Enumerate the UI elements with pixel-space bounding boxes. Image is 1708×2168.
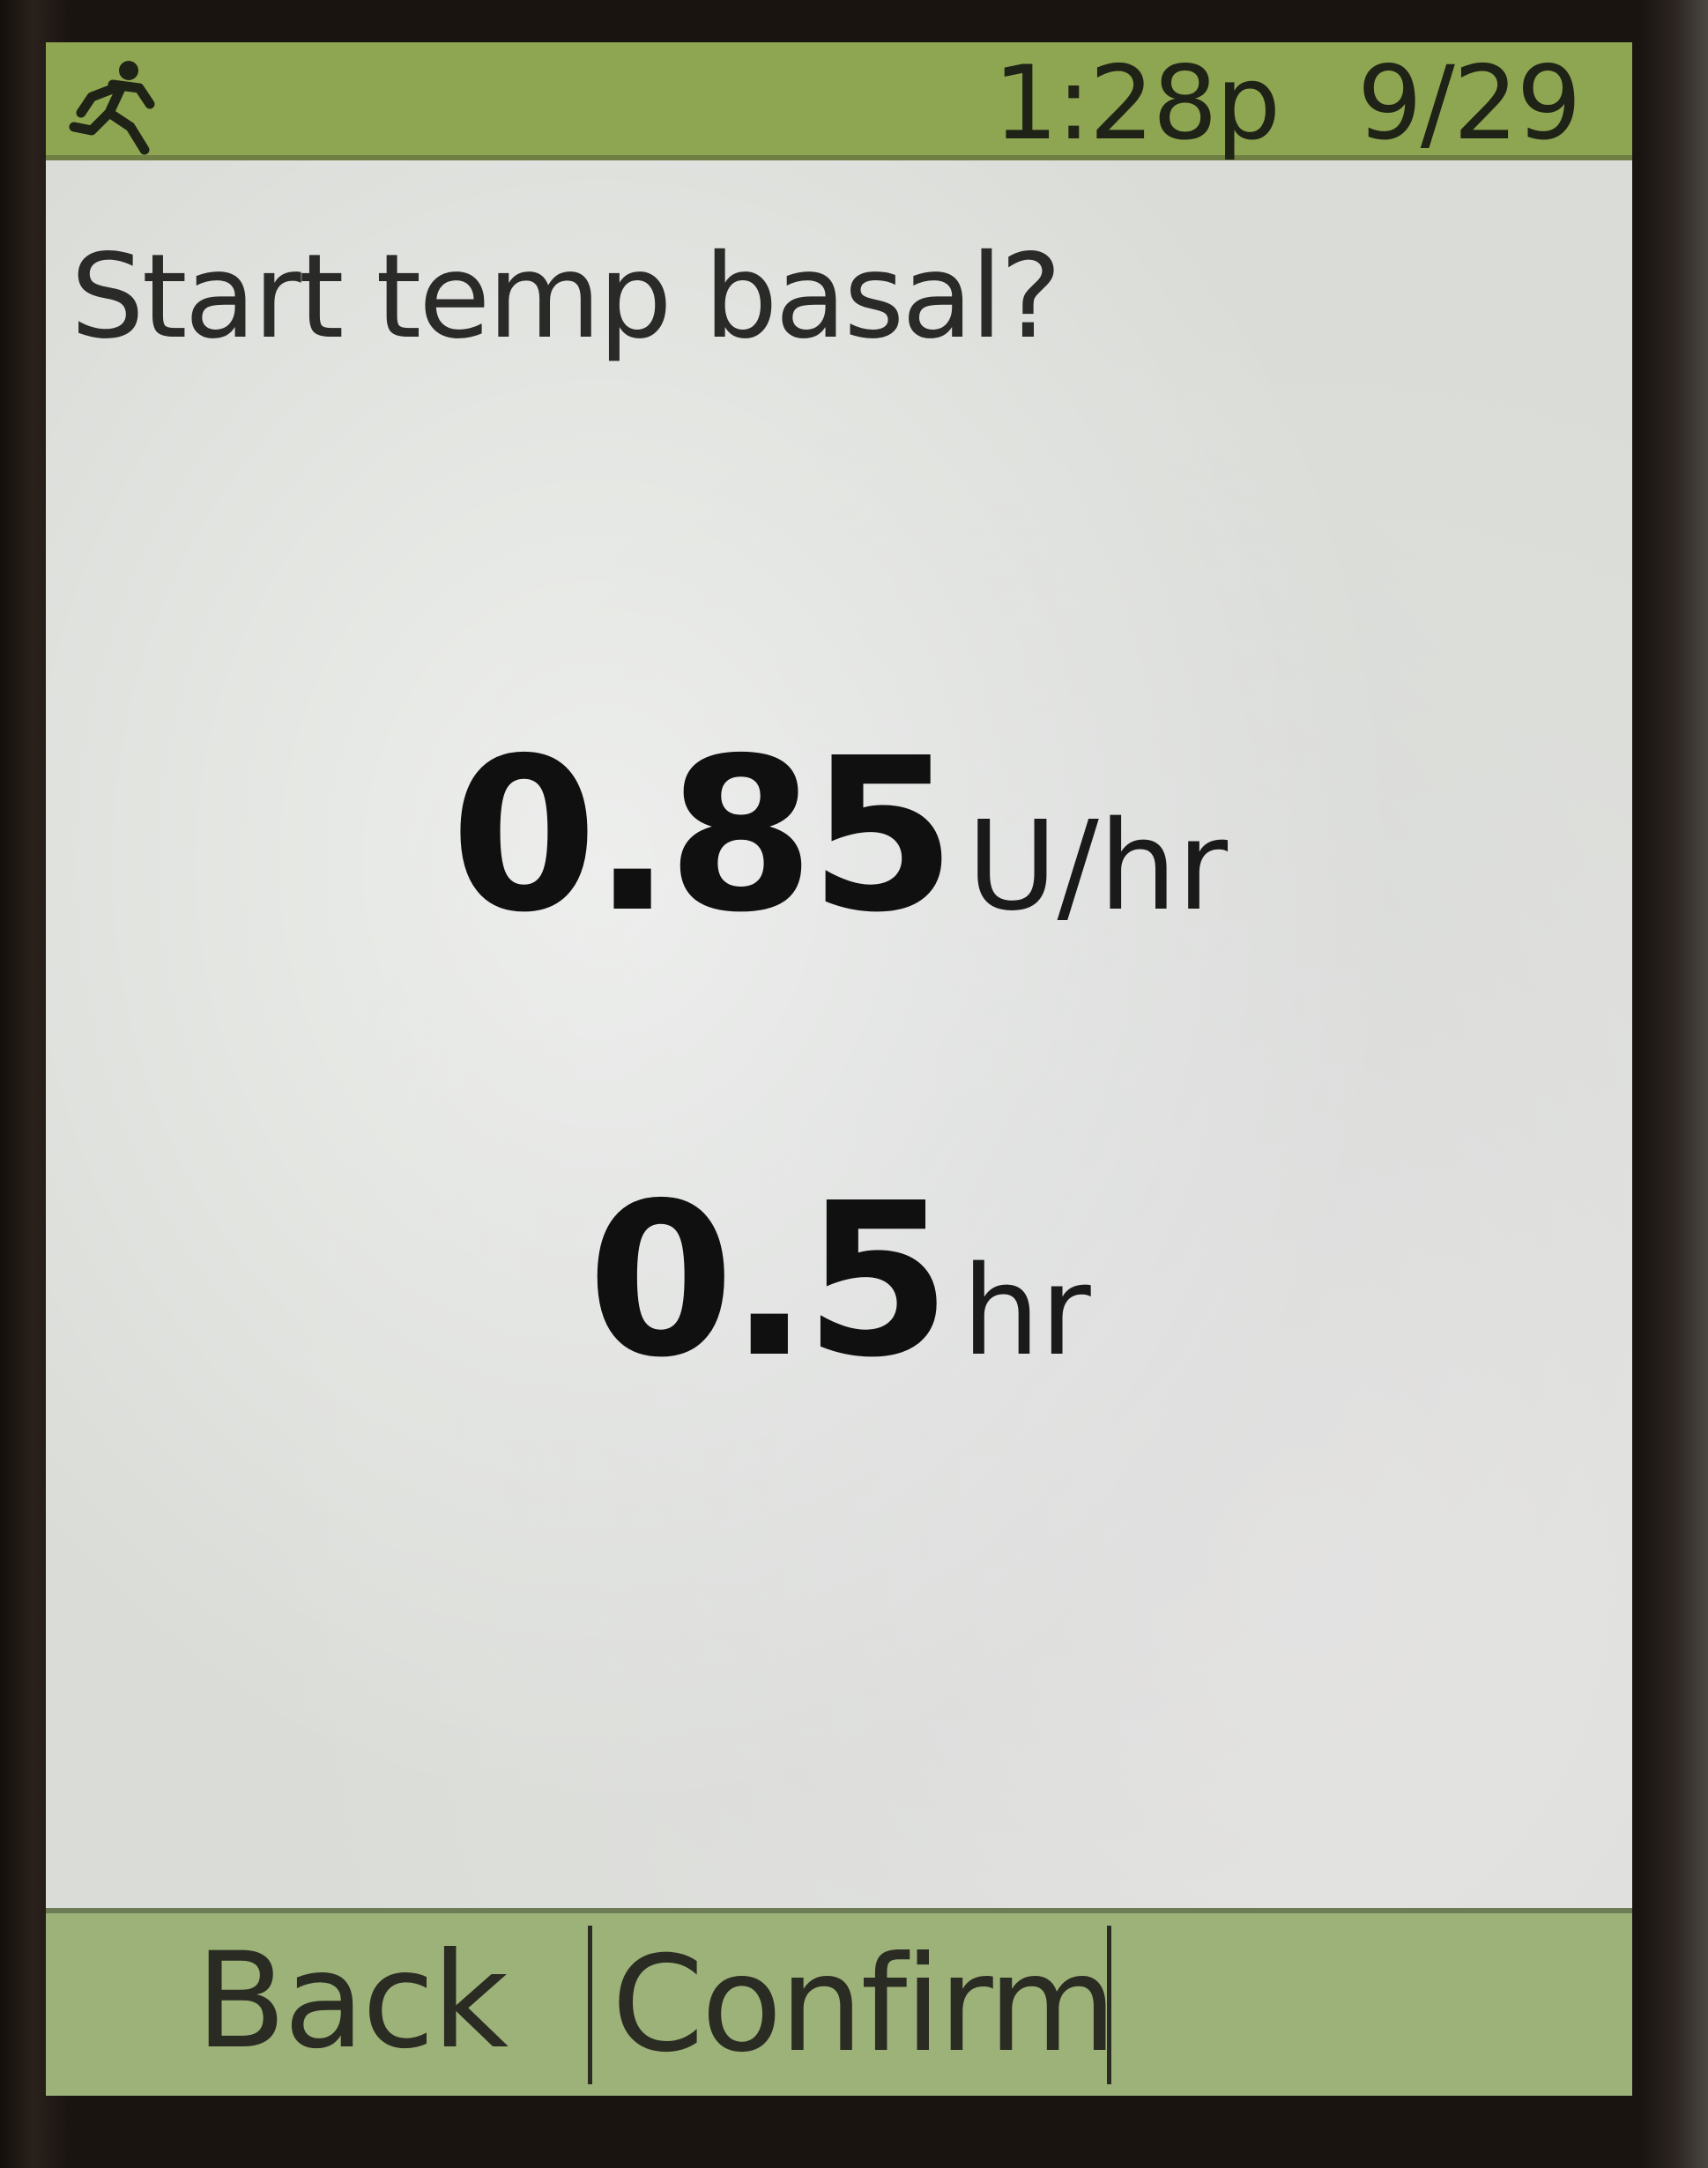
confirm-button[interactable]: Confirm (588, 1926, 1117, 2084)
running-person-icon (65, 58, 178, 155)
status-bar: 1:28p 9/29 (46, 42, 1632, 163)
back-button[interactable]: Back (196, 1913, 566, 2096)
duration-value: 0.5 (587, 1157, 951, 1404)
pump-device: 1:28p 9/29 Start temp basal? 0.85 U/hr 0.… (0, 0, 1708, 2168)
softkey-bar: Back Confirm (46, 1908, 1632, 2096)
status-date: 9/29 (1357, 44, 1581, 163)
basal-rate-unit: U/hr (967, 795, 1229, 939)
basal-rate-row: 0.85 U/hr (46, 712, 1632, 959)
pump-screen: 1:28p 9/29 Start temp basal? 0.85 U/hr 0.… (46, 42, 1632, 2096)
page-title: Start temp basal? (71, 229, 1062, 365)
status-time: 1:28p (993, 44, 1281, 163)
basal-rate-value: 0.85 (449, 712, 956, 959)
duration-row: 0.5 hr (46, 1157, 1632, 1404)
duration-unit: hr (962, 1240, 1091, 1384)
